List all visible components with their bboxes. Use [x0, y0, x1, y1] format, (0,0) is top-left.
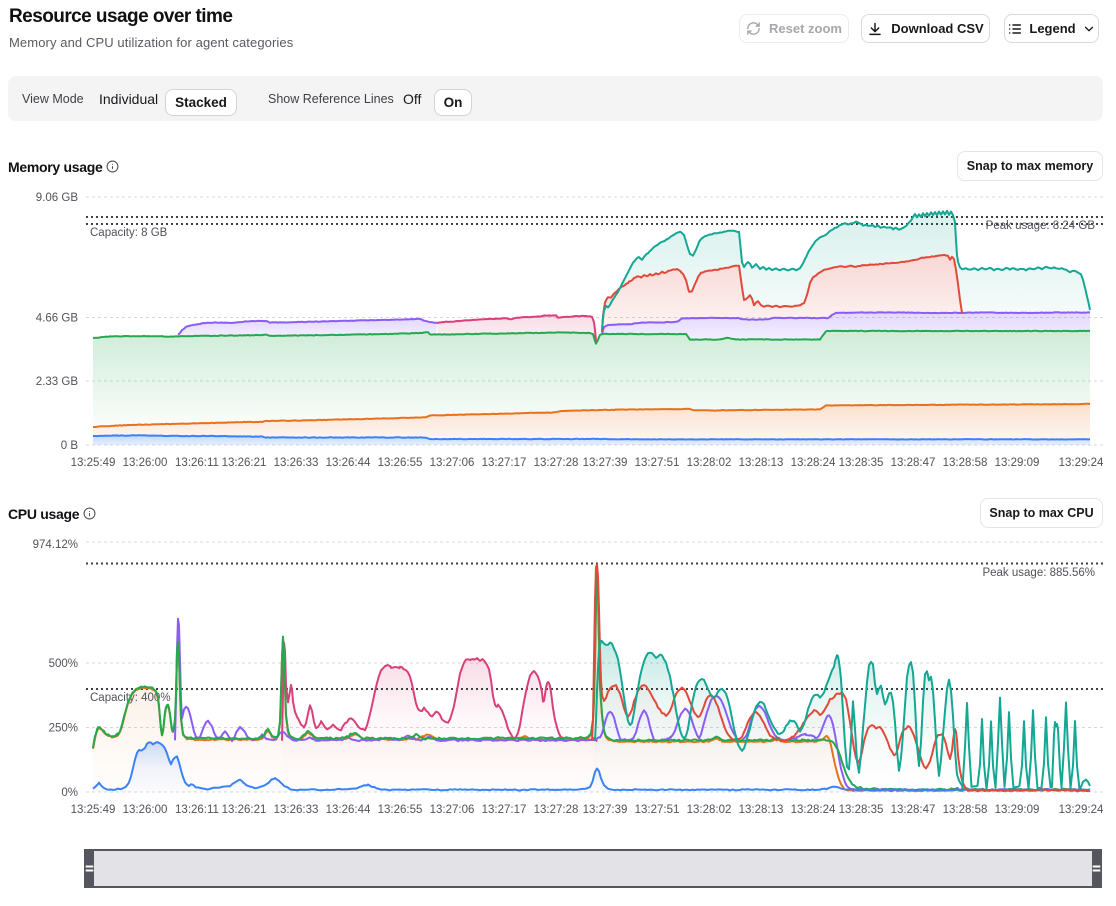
svg-text:13:26:21: 13:26:21 [222, 457, 267, 469]
svg-text:13:26:44: 13:26:44 [326, 457, 371, 469]
svg-text:0 B: 0 B [61, 440, 79, 452]
svg-text:974.12%: 974.12% [33, 539, 78, 551]
svg-text:13:28:02: 13:28:02 [687, 457, 732, 469]
svg-text:13:27:39: 13:27:39 [583, 804, 628, 816]
svg-text:13:28:13: 13:28:13 [739, 804, 784, 816]
svg-text:9.06 GB: 9.06 GB [36, 192, 79, 204]
svg-text:13:26:00: 13:26:00 [123, 804, 168, 816]
svg-text:13:27:28: 13:27:28 [534, 457, 579, 469]
svg-text:13:29:24: 13:29:24 [1059, 804, 1104, 816]
svg-text:13:29:24: 13:29:24 [1059, 457, 1104, 469]
svg-text:13:26:33: 13:26:33 [274, 457, 319, 469]
svg-text:13:28:24: 13:28:24 [791, 457, 836, 469]
svg-text:4.66 GB: 4.66 GB [36, 313, 79, 325]
svg-text:13:27:06: 13:27:06 [430, 457, 475, 469]
svg-text:0%: 0% [61, 787, 78, 799]
svg-text:Capacity: 8 GB: Capacity: 8 GB [90, 227, 168, 239]
svg-text:2.33 GB: 2.33 GB [36, 376, 79, 388]
svg-text:13:25:49: 13:25:49 [71, 804, 116, 816]
svg-text:13:28:58: 13:28:58 [943, 457, 988, 469]
svg-text:13:27:17: 13:27:17 [482, 457, 527, 469]
svg-text:13:26:21: 13:26:21 [222, 804, 267, 816]
svg-text:Peak usage: 885.56%: Peak usage: 885.56% [982, 567, 1095, 579]
svg-text:13:27:51: 13:27:51 [635, 457, 680, 469]
svg-text:13:26:11: 13:26:11 [175, 804, 219, 816]
svg-text:13:26:55: 13:26:55 [378, 457, 423, 469]
svg-text:Peak usage: 8.24 GB: Peak usage: 8.24 GB [986, 220, 1096, 232]
svg-text:13:28:24: 13:28:24 [791, 804, 836, 816]
svg-text:13:28:35: 13:28:35 [839, 804, 884, 816]
svg-text:13:26:55: 13:26:55 [378, 804, 423, 816]
svg-text:13:28:47: 13:28:47 [891, 457, 936, 469]
svg-text:13:27:06: 13:27:06 [430, 804, 475, 816]
svg-text:13:26:44: 13:26:44 [326, 804, 371, 816]
svg-text:13:28:02: 13:28:02 [687, 804, 732, 816]
svg-text:13:27:28: 13:27:28 [534, 804, 579, 816]
svg-text:13:26:33: 13:26:33 [274, 804, 319, 816]
svg-text:13:26:11: 13:26:11 [175, 457, 219, 469]
svg-text:13:26:00: 13:26:00 [123, 457, 168, 469]
svg-text:13:27:17: 13:27:17 [482, 804, 527, 816]
svg-text:13:28:35: 13:28:35 [839, 457, 884, 469]
svg-text:13:28:58: 13:28:58 [943, 804, 988, 816]
svg-text:13:25:49: 13:25:49 [71, 457, 116, 469]
svg-text:13:27:39: 13:27:39 [583, 457, 628, 469]
svg-text:250%: 250% [49, 723, 78, 735]
svg-text:13:28:13: 13:28:13 [739, 457, 784, 469]
svg-text:500%: 500% [49, 658, 78, 670]
svg-text:13:28:47: 13:28:47 [891, 804, 936, 816]
svg-text:13:27:51: 13:27:51 [635, 804, 680, 816]
svg-text:13:29:09: 13:29:09 [995, 457, 1040, 469]
svg-text:13:29:09: 13:29:09 [995, 804, 1040, 816]
